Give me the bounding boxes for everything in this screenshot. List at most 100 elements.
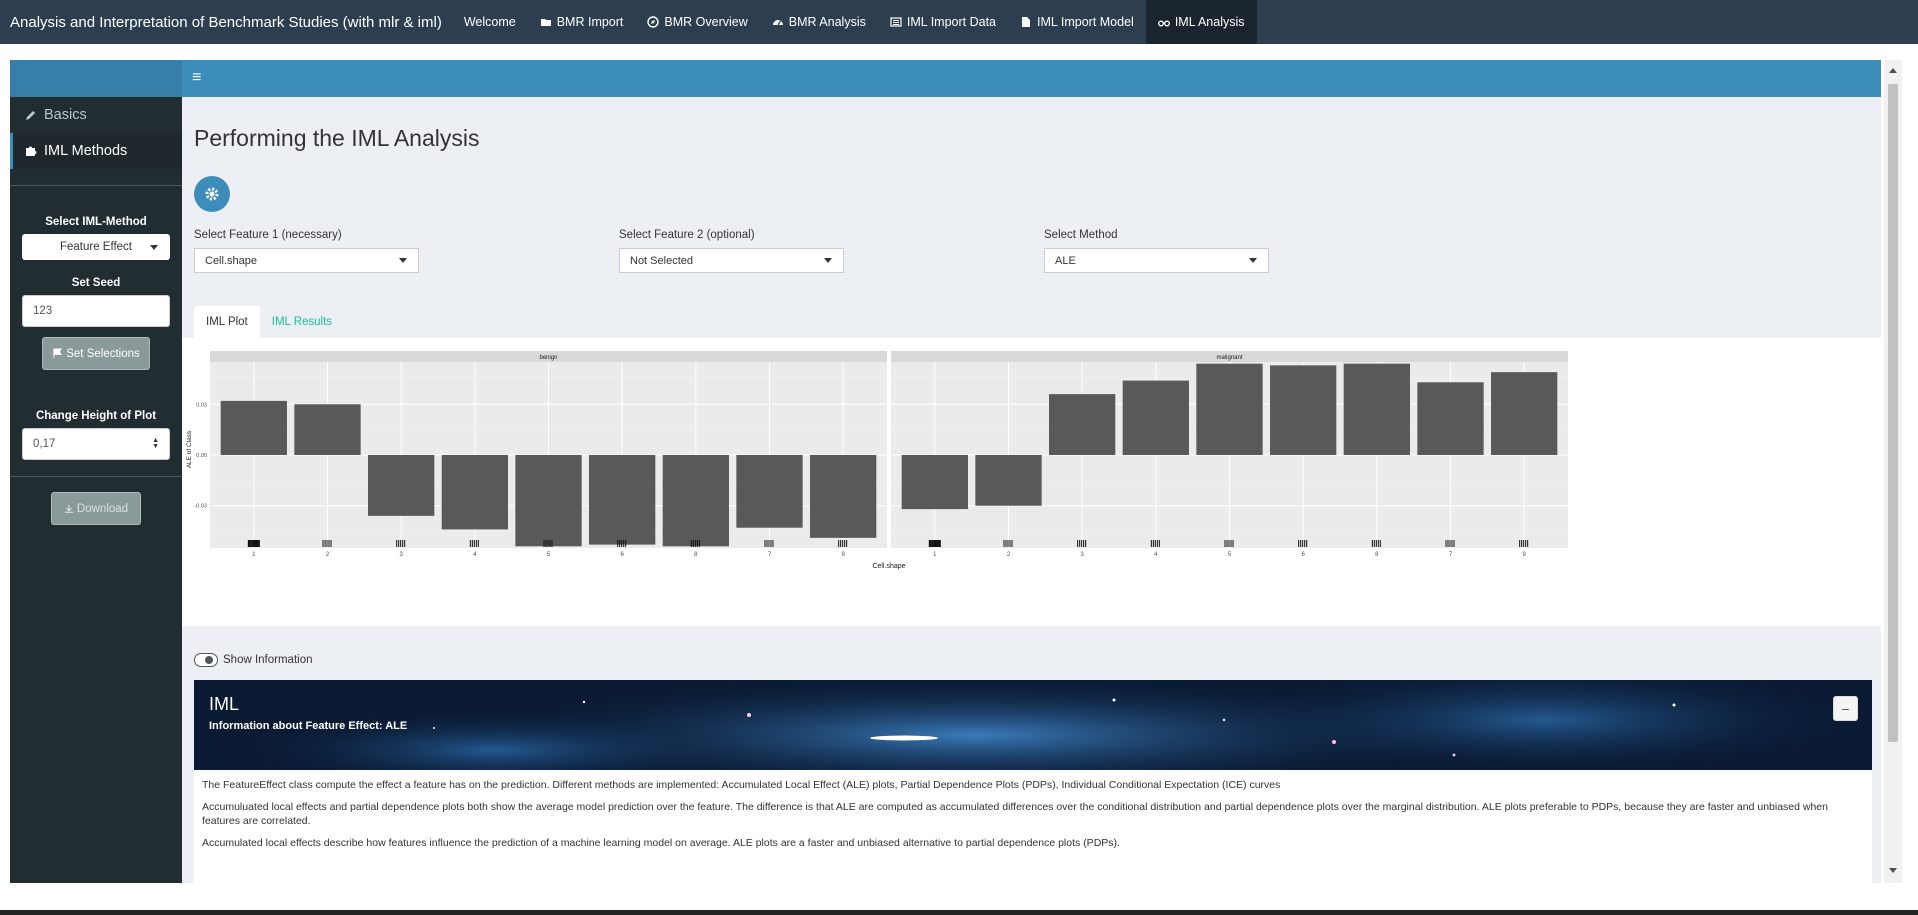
galaxy-background-image xyxy=(194,680,1872,770)
rug-mark xyxy=(322,540,324,547)
x-tick-label: 3 xyxy=(399,552,403,558)
rug-mark xyxy=(692,540,694,547)
x-axis-label: Cell.shape xyxy=(872,563,905,570)
rug-mark xyxy=(404,540,406,547)
feature2-label: Select Feature 2 (optional) xyxy=(619,229,755,241)
bar xyxy=(736,455,803,528)
feature2-value: Not Selected xyxy=(630,254,693,267)
seed-input[interactable]: 123 xyxy=(22,295,170,327)
settings-button[interactable] xyxy=(194,176,230,212)
nav-tab-iml-analysis[interactable]: IML Analysis xyxy=(1145,0,1257,44)
rug-mark xyxy=(625,540,627,547)
flag-icon xyxy=(53,348,63,359)
x-tick-label: 4 xyxy=(1154,552,1158,558)
app-title: Analysis and Interpretation of Benchmark… xyxy=(10,13,442,31)
method-value: ALE xyxy=(1055,254,1076,267)
rug-mark xyxy=(844,540,846,547)
nav-tab-label: IML Import Data xyxy=(906,15,997,29)
x-tick-label: 7 xyxy=(768,552,772,558)
iml-method-select[interactable]: Feature Effect xyxy=(22,234,170,260)
result-tabs: IML Plot IML Results xyxy=(194,306,344,338)
rug-mark xyxy=(547,540,549,547)
feature1-select[interactable]: Cell.shape xyxy=(194,248,419,273)
scroll-thumb[interactable] xyxy=(1888,84,1898,742)
set-selections-button[interactable]: Set Selections xyxy=(42,337,150,370)
bar xyxy=(1491,372,1558,455)
bar xyxy=(1343,363,1410,455)
rug-mark xyxy=(1377,540,1379,547)
x-tick-label: 1 xyxy=(933,552,937,558)
nav-tab-iml-import-model[interactable]: IML Import Model xyxy=(1008,0,1146,44)
rug-mark xyxy=(543,540,545,547)
rug-mark xyxy=(328,540,330,547)
change-height-label: Change Height of Plot xyxy=(35,410,157,422)
feature1-label: Select Feature 1 (necessary) xyxy=(194,229,342,241)
sidebar-divider xyxy=(10,185,182,186)
minus-icon: − xyxy=(1841,700,1850,717)
bar xyxy=(441,455,508,530)
rug-mark xyxy=(931,540,934,547)
tab-iml-results[interactable]: IML Results xyxy=(260,306,344,338)
show-information-label: Show Information xyxy=(223,654,313,666)
y-axis-label: ALE of Class xyxy=(186,430,193,468)
rug-mark xyxy=(1373,540,1375,547)
toggle-switch[interactable] xyxy=(194,653,218,667)
rug-mark xyxy=(842,540,844,547)
x-tick-label: 5 xyxy=(547,552,551,558)
feature2-select[interactable]: Not Selected xyxy=(619,248,844,273)
scroll-down-icon[interactable] xyxy=(1889,868,1897,873)
sidebar-logo-area xyxy=(10,60,182,97)
gear-icon xyxy=(205,187,219,201)
nav-tab-bmr-analysis[interactable]: BMR Analysis xyxy=(760,0,878,44)
rug-mark xyxy=(933,540,937,547)
caret-down-icon xyxy=(1249,258,1257,263)
rug-mark xyxy=(324,540,326,547)
nav-tab-bmr-overview[interactable]: BMR Overview xyxy=(635,0,759,44)
download-icon xyxy=(64,504,74,513)
nav-tab-welcome[interactable]: Welcome xyxy=(452,0,528,44)
rug-mark xyxy=(766,540,768,547)
binoculars-icon xyxy=(1157,20,1170,27)
rug-mark xyxy=(1230,540,1232,547)
nav-tab-label: IML Import Model xyxy=(1037,15,1134,29)
sidebar-item-iml-methods[interactable]: IML Methods xyxy=(10,133,182,169)
tachometer-icon xyxy=(772,20,783,26)
select-iml-method-label: Select IML-Method xyxy=(45,216,147,228)
rug-mark xyxy=(1449,540,1451,547)
page-scrollbar[interactable] xyxy=(1884,60,1902,883)
rug-mark xyxy=(250,540,253,547)
sidebar-item-label: Basics xyxy=(44,107,87,123)
tab-iml-plot[interactable]: IML Plot xyxy=(194,306,260,338)
sidebar-divider xyxy=(10,476,182,477)
bar xyxy=(1122,380,1189,455)
rug-mark xyxy=(1523,540,1525,547)
rug-mark xyxy=(696,540,698,547)
plot-height-stepper[interactable]: 0,17 ▲ ▼ xyxy=(22,428,170,460)
sidebar-item-basics[interactable]: Basics xyxy=(10,97,182,133)
method-select[interactable]: ALE xyxy=(1044,248,1269,273)
nav-tab-iml-import-data[interactable]: IML Import Data xyxy=(878,0,1008,44)
rug-mark xyxy=(768,540,770,547)
rug-mark xyxy=(1079,540,1081,547)
rug-mark xyxy=(398,540,400,547)
scroll-up-icon[interactable] xyxy=(1889,68,1897,73)
download-button[interactable]: Download xyxy=(51,492,141,525)
page-title: Performing the IML Analysis xyxy=(194,125,480,151)
rug-mark xyxy=(1158,540,1160,547)
rug-mark xyxy=(621,540,623,547)
ale-chart: benign 1 2 3 4 5 6 8 7 9 malignant 1 2 3 4 5 6 8 7 9 -0.03 0.… xyxy=(186,351,1568,570)
rug-mark xyxy=(928,540,932,547)
stepper-arrows-icon[interactable]: ▲ ▼ xyxy=(152,437,159,450)
rug-mark xyxy=(619,540,621,547)
method-label: Select Method xyxy=(1044,229,1118,241)
show-information-toggle[interactable]: Show Information xyxy=(194,653,313,667)
collapse-button[interactable]: − xyxy=(1833,696,1858,721)
rug-mark xyxy=(1306,540,1308,547)
rug-mark xyxy=(396,540,398,547)
info-title: IML xyxy=(209,694,240,714)
nav-tab-bmr-import[interactable]: BMR Import xyxy=(528,0,636,44)
rug-mark xyxy=(694,540,696,547)
rug-mark xyxy=(247,540,251,547)
sidebar-toggle-icon[interactable]: ≡ xyxy=(192,70,201,86)
info-box: IML Information about Feature Effect: AL… xyxy=(194,680,1872,883)
